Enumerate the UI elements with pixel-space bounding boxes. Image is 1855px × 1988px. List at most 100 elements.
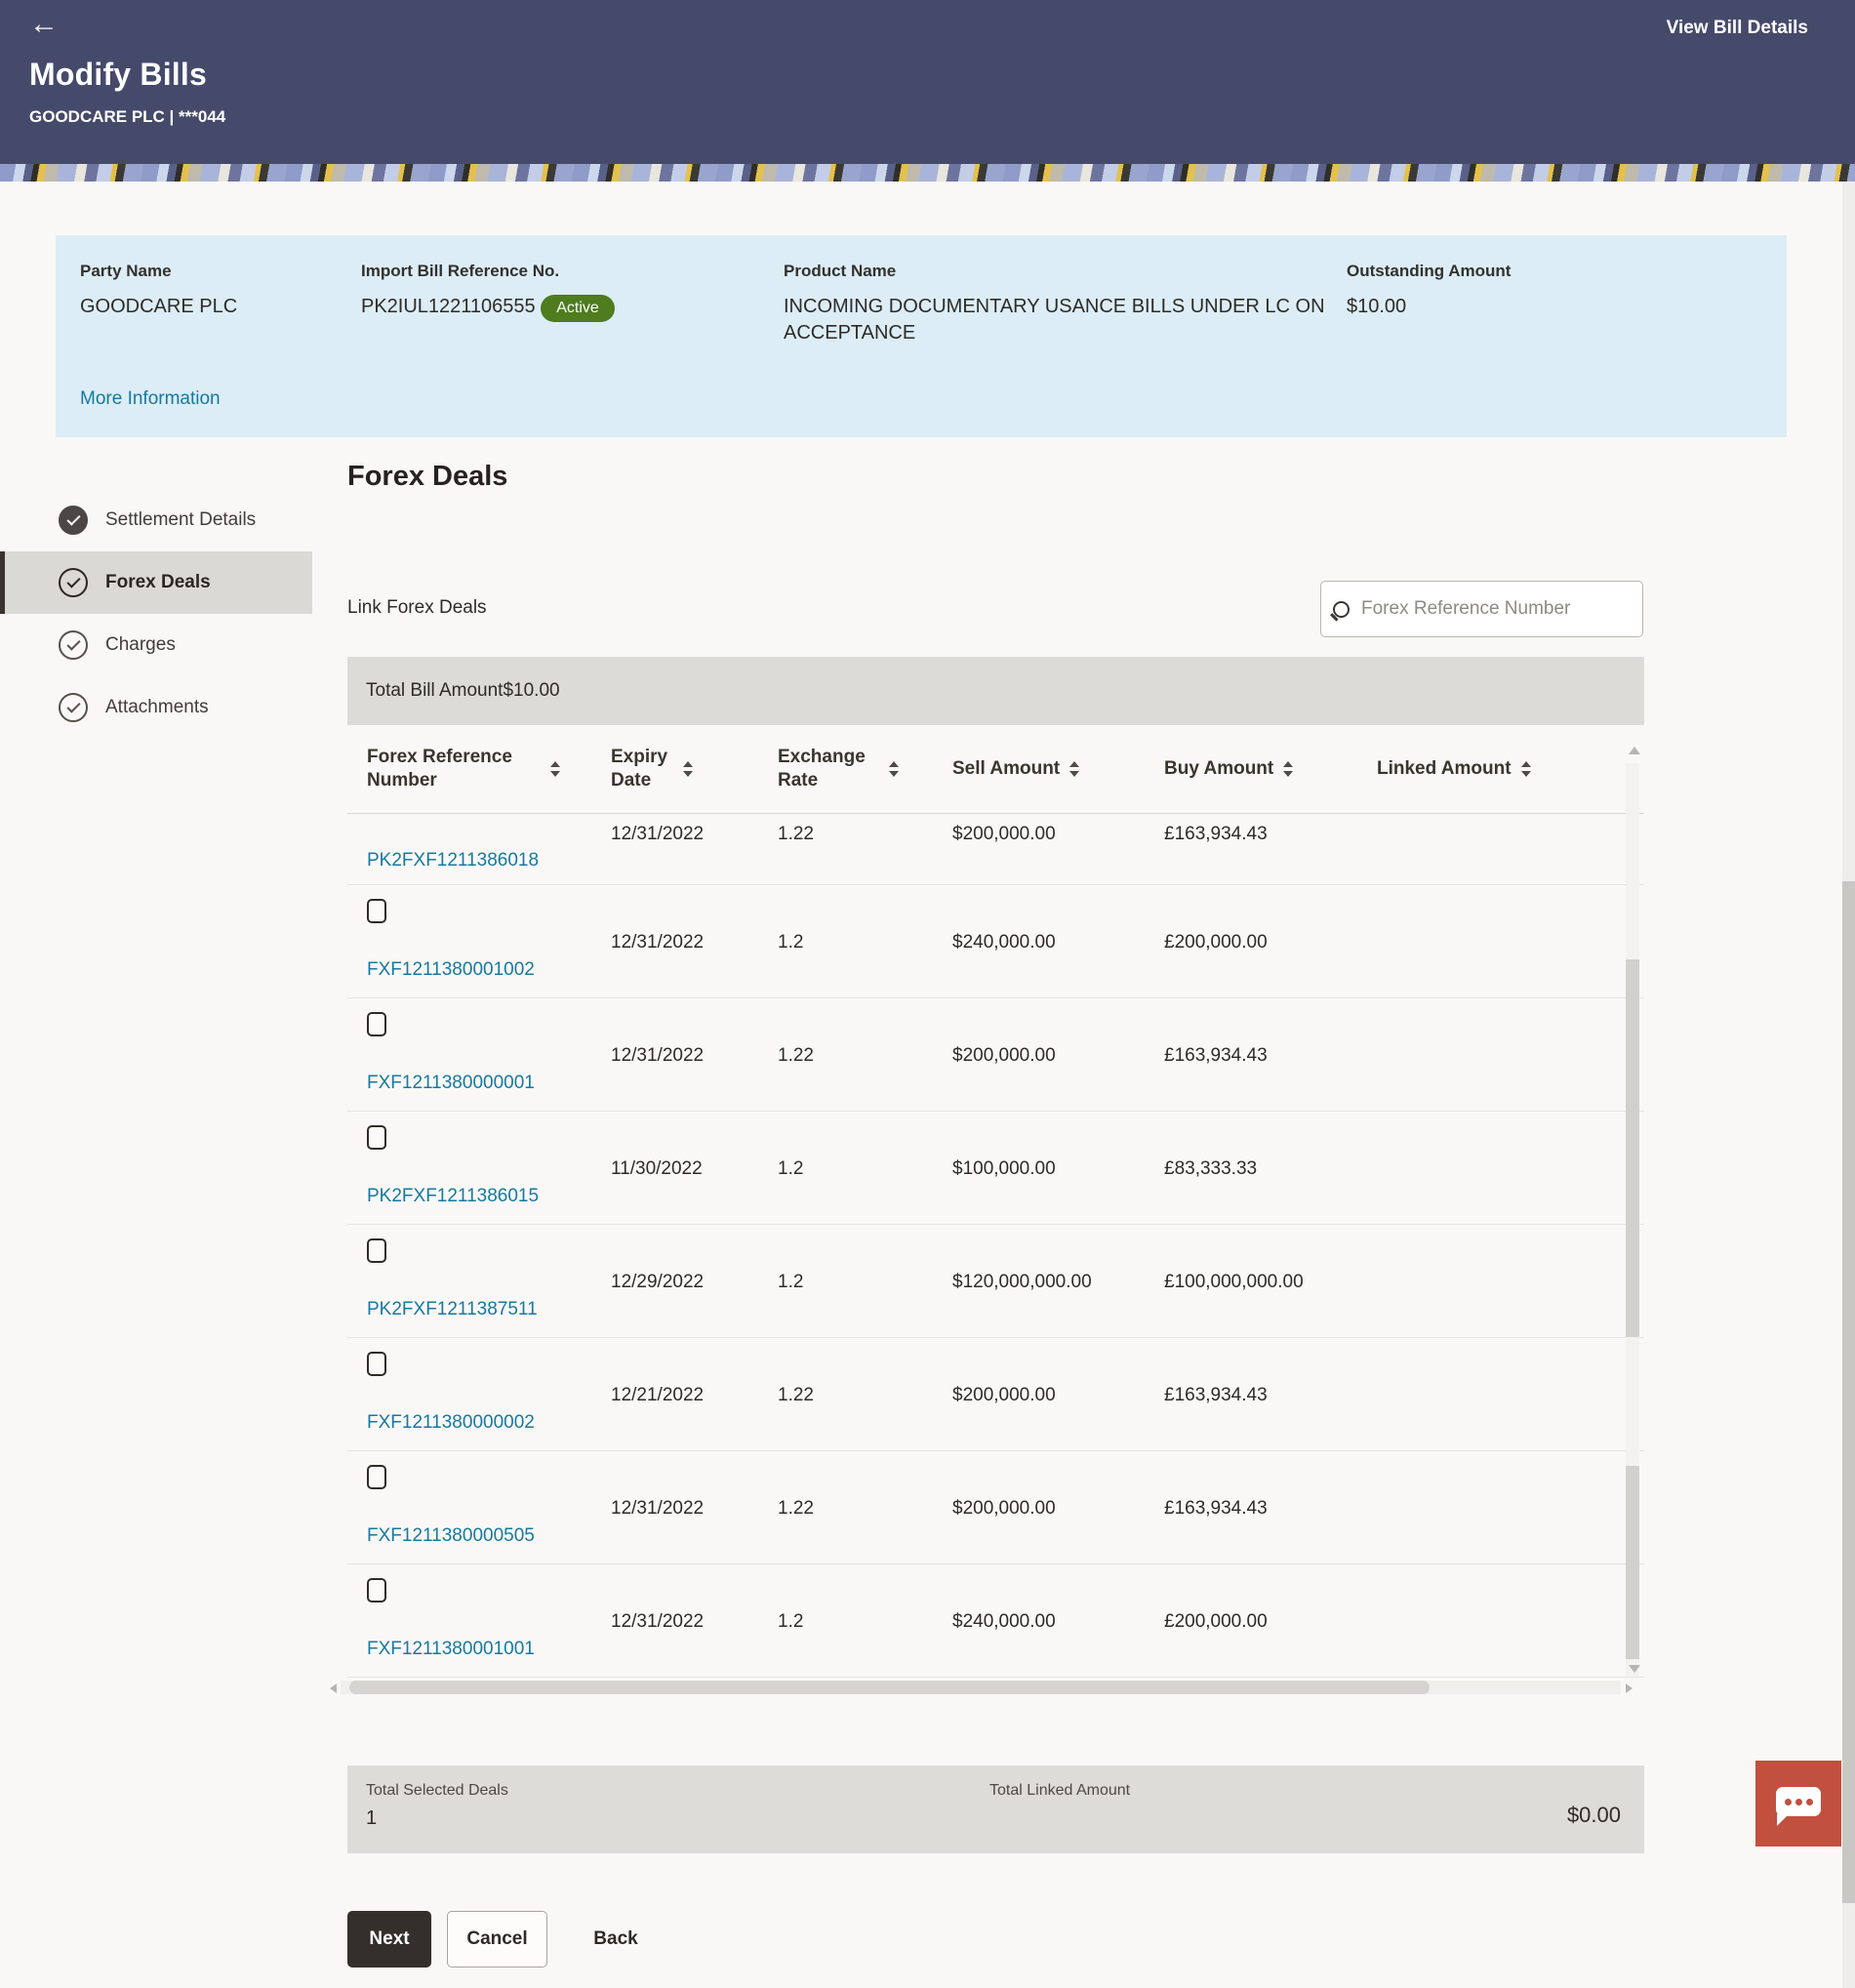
expiry-date-cell: 12/31/2022 (611, 932, 705, 953)
table-body: PK2FXF1211386018 12/31/2022 1.22 $200,00… (347, 815, 1644, 1678)
table-row: FXF1211380000002 12/21/2022 1.22 $200,00… (347, 1338, 1644, 1451)
sidebar-item-attachments[interactable]: Attachments (0, 676, 312, 739)
buy-amount-cell: £163,934.43 (1164, 1498, 1268, 1519)
chat-button[interactable] (1755, 1761, 1841, 1846)
row-checkbox[interactable] (367, 1238, 386, 1263)
table-row: FXF1211380000505 12/31/2022 1.22 $200,00… (347, 1451, 1644, 1564)
vertical-scrollbar-thumb[interactable] (1626, 959, 1639, 1337)
sort-icon[interactable] (889, 761, 899, 777)
column-header-buy-amount[interactable]: Buy Amount (1164, 742, 1294, 796)
view-bill-details-link[interactable]: View Bill Details (1667, 18, 1808, 39)
total-selected-deals-value: 1 (366, 1807, 378, 1829)
buy-amount-cell: £200,000.00 (1164, 1611, 1268, 1632)
sort-icon[interactable] (683, 761, 693, 777)
outstanding-amount-field: Outstanding Amount $10.00 (1347, 262, 1511, 320)
table-row: FXF1211380000001 12/31/2022 1.22 $200,00… (347, 998, 1644, 1112)
expiry-date-cell: 12/29/2022 (611, 1272, 705, 1292)
horizontal-scrollbar-thumb[interactable] (349, 1681, 1430, 1694)
scroll-down-arrow-icon[interactable] (1629, 1665, 1640, 1673)
sell-amount-cell: $100,000.00 (952, 1158, 1056, 1179)
check-circle-filled-icon (59, 506, 88, 535)
sort-icon[interactable] (1520, 761, 1531, 777)
sell-amount-cell: $240,000.00 (952, 932, 1056, 953)
scroll-up-arrow-icon[interactable] (1629, 747, 1640, 754)
buy-amount-cell: £163,934.43 (1164, 1045, 1268, 1066)
table-row: FXF1211380001002 12/31/2022 1.2 $240,000… (347, 885, 1644, 998)
sort-icon[interactable] (550, 761, 560, 777)
sort-icon[interactable] (1069, 761, 1080, 777)
column-label: Buy Amount (1164, 758, 1274, 779)
column-header-expiry-date[interactable]: Expiry Date (611, 742, 693, 796)
row-checkbox[interactable] (367, 899, 386, 923)
back-arrow-icon[interactable]: ← (29, 8, 59, 41)
column-header-linked-amount[interactable]: Linked Amount (1377, 742, 1531, 796)
column-label: Sell Amount (952, 758, 1061, 779)
sidebar-item-forex-deals[interactable]: Forex Deals (0, 551, 312, 614)
buy-amount-cell: £100,000,000.00 (1164, 1272, 1304, 1292)
forex-reference-link[interactable]: PK2FXF1211386018 (367, 850, 539, 872)
product-name-field: Product Name INCOMING DOCUMENTARY USANCE… (784, 262, 1335, 346)
sidebar-item-charges[interactable]: Charges (0, 614, 312, 676)
expiry-date-cell: 12/31/2022 (611, 1498, 705, 1519)
sell-amount-cell: $200,000.00 (952, 824, 1056, 844)
chat-bubble-icon (1776, 1787, 1821, 1826)
forex-reference-link[interactable]: FXF1211380001002 (367, 959, 535, 981)
sidebar-item-label: Settlement Details (105, 509, 257, 530)
vertical-scrollbar-thumb[interactable] (1626, 1466, 1639, 1659)
table-row: PK2FXF1211386018 12/31/2022 1.22 $200,00… (347, 815, 1644, 885)
page-scrollbar-thumb[interactable] (1842, 881, 1855, 1903)
sidebar-item-label: Attachments (105, 697, 209, 717)
sort-icon[interactable] (1283, 761, 1294, 777)
check-circle-outline-icon (59, 568, 88, 597)
exchange-rate-cell: 1.2 (778, 932, 804, 953)
forex-reference-link[interactable]: FXF1211380000505 (367, 1525, 535, 1547)
forex-reference-link[interactable]: PK2FXF1211387511 (367, 1299, 538, 1320)
product-name-label: Product Name (784, 262, 897, 280)
column-header-exchange-rate[interactable]: Exchange Rate (778, 742, 899, 796)
bill-reference-field: Import Bill Reference No. PK2IUL12211065… (361, 262, 615, 322)
sidebar-item-label: Forex Deals (105, 572, 211, 592)
page-subtitle: GOODCARE PLC | ***044 (29, 107, 226, 126)
back-button[interactable]: Back (572, 1911, 660, 1968)
scroll-right-arrow-icon[interactable] (1626, 1684, 1633, 1693)
row-checkbox[interactable] (367, 1578, 386, 1603)
scroll-left-arrow-icon[interactable] (330, 1684, 337, 1693)
link-forex-deals-label: Link Forex Deals (347, 597, 487, 618)
expiry-date-cell: 12/31/2022 (611, 824, 705, 844)
sidebar-item-settlement-details[interactable]: Settlement Details (0, 489, 312, 551)
exchange-rate-cell: 1.22 (778, 1385, 814, 1405)
row-checkbox[interactable] (367, 1012, 386, 1036)
row-checkbox[interactable] (367, 1125, 386, 1150)
expiry-date-cell: 12/31/2022 (611, 1611, 705, 1632)
decorative-pattern-strip (0, 164, 1855, 182)
forex-reference-link[interactable]: FXF1211380001001 (367, 1639, 535, 1660)
row-checkbox[interactable] (367, 1352, 386, 1376)
table-row: PK2FXF1211386015 11/30/2022 1.2 $100,000… (347, 1112, 1644, 1225)
party-name-value: GOODCARE PLC (80, 296, 238, 317)
more-information-link[interactable]: More Information (80, 388, 221, 410)
wizard-steps-sidebar: Settlement Details Forex Deals Charges A… (0, 489, 347, 739)
buy-amount-cell: £200,000.00 (1164, 932, 1268, 953)
forex-reference-link[interactable]: FXF1211380000002 (367, 1412, 535, 1434)
expiry-date-cell: 11/30/2022 (611, 1158, 703, 1179)
total-linked-amount-label: Total Linked Amount (989, 1782, 1131, 1799)
bill-reference-value: PK2IUL1221106555 (361, 296, 536, 317)
buy-amount-cell: £83,333.33 (1164, 1158, 1258, 1179)
row-checkbox[interactable] (367, 1465, 386, 1489)
total-bill-amount-label: Total Bill Amount (366, 680, 504, 701)
page: ← View Bill Details Modify Bills GOODCAR… (0, 0, 1855, 1988)
next-button[interactable]: Next (347, 1911, 431, 1968)
table-row: PK2FXF1211387511 12/29/2022 1.2 $120,000… (347, 1225, 1644, 1338)
column-header-sell-amount[interactable]: Sell Amount (952, 742, 1080, 796)
total-bill-amount-value: $10.00 (503, 680, 560, 701)
exchange-rate-cell: 1.22 (778, 1498, 814, 1519)
forex-search-input[interactable] (1361, 598, 1625, 620)
forex-reference-link[interactable]: FXF1211380000001 (367, 1073, 535, 1094)
forex-reference-link[interactable]: PK2FXF1211386015 (367, 1186, 539, 1207)
exchange-rate-cell: 1.2 (778, 1272, 804, 1292)
cancel-button[interactable]: Cancel (447, 1911, 547, 1968)
column-label: Forex Reference Number (367, 747, 512, 791)
table-header: Forex Reference Number Expiry Date Excha… (347, 725, 1644, 814)
column-header-forex-reference[interactable]: Forex Reference Number (367, 742, 560, 796)
forex-search-box (1320, 581, 1643, 637)
